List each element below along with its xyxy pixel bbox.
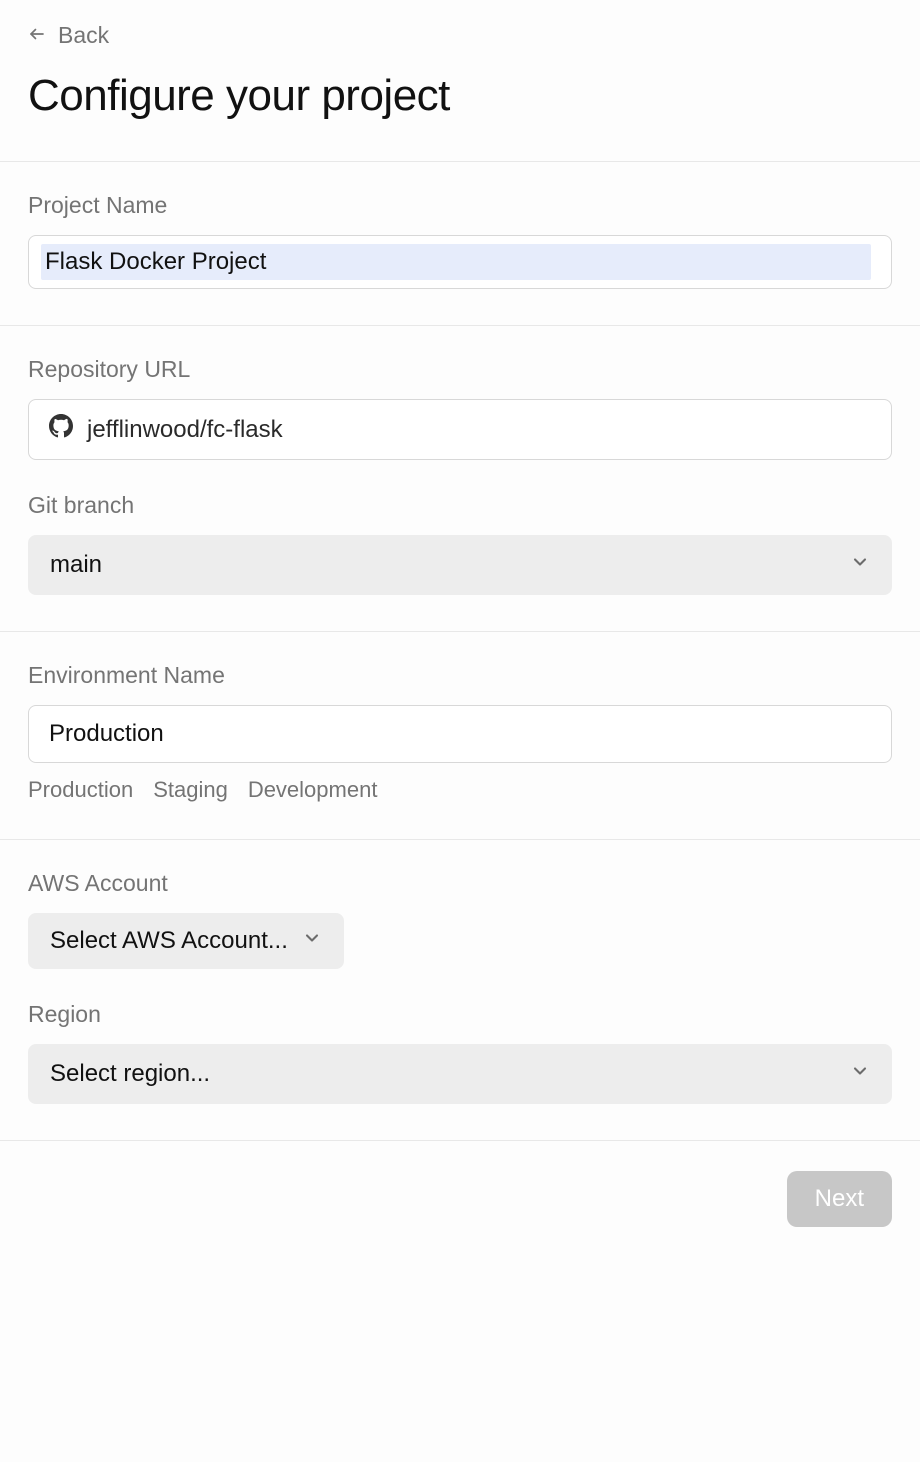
aws-account-select[interactable]: Select AWS Account... [28, 913, 344, 969]
aws-section: AWS Account Select AWS Account... Region… [0, 840, 920, 1141]
next-button[interactable]: Next [787, 1171, 892, 1227]
arrow-left-icon [28, 22, 46, 49]
git-branch-value: main [50, 551, 102, 579]
github-icon [49, 414, 73, 445]
environment-name-input[interactable] [28, 705, 892, 763]
back-link[interactable]: Back [28, 22, 109, 49]
project-name-input-wrap[interactable]: Flask Docker Project [28, 235, 892, 289]
project-name-input[interactable]: Flask Docker Project [41, 244, 871, 280]
repository-url-box[interactable]: jefflinwood/fc-flask [28, 399, 892, 460]
chevron-down-icon [302, 927, 322, 955]
region-value: Select region... [50, 1060, 210, 1088]
aws-account-label: AWS Account [28, 870, 892, 897]
git-branch-select[interactable]: main [28, 535, 892, 595]
page-title: Configure your project [28, 71, 892, 121]
region-select[interactable]: Select region... [28, 1044, 892, 1104]
aws-account-value: Select AWS Account... [50, 927, 288, 955]
environment-section: Environment Name Production Staging Deve… [0, 632, 920, 840]
environment-name-label: Environment Name [28, 662, 892, 689]
repository-url-label: Repository URL [28, 356, 892, 383]
footer: Next [0, 1141, 920, 1257]
git-branch-label: Git branch [28, 492, 892, 519]
repository-section: Repository URL jefflinwood/fc-flask Git … [0, 326, 920, 632]
project-name-section: Project Name Flask Docker Project [0, 162, 920, 326]
chevron-down-icon [850, 551, 870, 579]
suggestion-production[interactable]: Production [28, 777, 133, 803]
repository-url-value: jefflinwood/fc-flask [87, 416, 283, 444]
page-header: Back Configure your project [0, 0, 920, 162]
region-label: Region [28, 1001, 892, 1028]
environment-suggestions: Production Staging Development [28, 777, 892, 803]
back-label: Back [58, 22, 109, 49]
suggestion-development[interactable]: Development [248, 777, 378, 803]
chevron-down-icon [850, 1060, 870, 1088]
project-name-label: Project Name [28, 192, 892, 219]
suggestion-staging[interactable]: Staging [153, 777, 228, 803]
